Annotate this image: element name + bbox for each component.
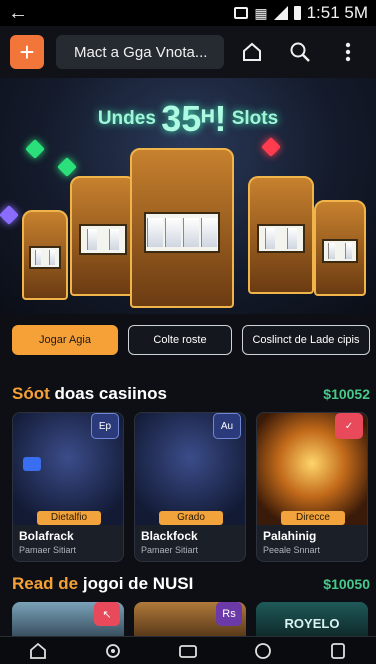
game-subtitle: Pamaer Sitiart xyxy=(19,545,77,555)
game-card[interactable]: Rs xyxy=(134,602,246,636)
nav-wallet-icon[interactable] xyxy=(173,638,203,664)
section-title: Read de jogoi de NUSI xyxy=(12,574,194,593)
hero-title-right: Slots xyxy=(231,108,279,130)
battery-icon xyxy=(293,6,301,20)
nav-profile-icon[interactable] xyxy=(323,638,353,664)
section-header: Sóot doas casiinos $10052 xyxy=(12,384,370,404)
slot-machine xyxy=(248,176,314,294)
slot-machine-main xyxy=(130,148,234,308)
nav-home-icon[interactable] xyxy=(23,638,53,664)
cell-signal-icon xyxy=(273,6,288,20)
slot-machine xyxy=(22,210,68,300)
game-name: Palahinig xyxy=(263,529,317,543)
checkmark-icon: ✓ xyxy=(335,413,363,439)
game-card[interactable]: ↖ xyxy=(12,602,124,636)
chat-icon xyxy=(23,457,41,471)
slot-machine xyxy=(314,200,366,296)
plus-icon: + xyxy=(19,37,35,67)
purple-gem-icon xyxy=(0,205,19,225)
play-now-button[interactable]: Jogar Agia xyxy=(12,325,118,355)
slot-machine xyxy=(70,176,136,296)
game-card[interactable]: Au Grado Blackfock Pamaer Sitiart xyxy=(134,412,246,562)
game-badge: Rs xyxy=(216,602,242,626)
game-tag: Dietalfio xyxy=(37,511,101,525)
signal-strength-icon: ▦ xyxy=(254,4,268,21)
game-badge: Ep xyxy=(91,413,119,439)
red-gem-icon xyxy=(261,137,281,157)
section-amount: $10052 xyxy=(323,386,370,402)
game-name: Bolafrack xyxy=(19,529,74,543)
home-icon[interactable] xyxy=(238,38,266,66)
secondary-action-button[interactable]: Colte roste xyxy=(128,325,232,355)
section-header: Read de jogoi de NUSI $10050 xyxy=(12,574,370,594)
hero-banner[interactable]: Undes 35ᵸ! Slots xyxy=(0,78,376,314)
section-title: Sóot doas casiinos xyxy=(12,384,167,403)
hero-title: Undes 35ᵸ! Slots xyxy=(0,98,376,140)
section-amount: $10050 xyxy=(323,576,370,592)
game-card[interactable]: ✓ Direcce Palahinig Peeale Snnart xyxy=(256,412,368,562)
nav-promotions-icon[interactable] xyxy=(248,638,278,664)
tertiary-action-button[interactable]: Coslinct de Lade cipis xyxy=(242,325,370,355)
hero-title-left: Undes xyxy=(97,108,156,130)
green-gem-icon xyxy=(57,157,77,177)
nav-games-icon[interactable] xyxy=(98,638,128,664)
game-tag: Grado xyxy=(159,511,223,525)
game-subtitle: Pamaer Sitiart xyxy=(141,545,199,555)
game-card[interactable]: ROYELO xyxy=(256,602,368,636)
game-subtitle: Peeale Snnart xyxy=(263,545,321,555)
game-name: Blackfock xyxy=(141,529,198,543)
game-card[interactable]: Ep Dietalfio Bolafrack Pamaer Sitiart xyxy=(12,412,124,562)
game-badge: Au xyxy=(213,413,241,439)
more-options-icon[interactable] xyxy=(334,38,362,66)
add-button[interactable]: + xyxy=(10,35,44,69)
image-icon xyxy=(234,7,249,19)
game-card-title: ROYELO xyxy=(284,616,340,631)
search-field[interactable]: Mact a Gga Vnota... xyxy=(56,35,224,69)
hero-title-big: 35ᵸ! xyxy=(161,98,227,139)
top-app-bar: + Mact a Gga Vnota... xyxy=(0,26,376,78)
search-icon[interactable] xyxy=(286,38,314,66)
status-time: 1:51 5M xyxy=(306,3,368,22)
game-tag: Direcce xyxy=(281,511,345,525)
back-arrow-icon[interactable]: ← xyxy=(8,2,32,25)
search-field-text: Mact a Gga Vnota... xyxy=(74,43,208,61)
status-bar: ← ▦ 1:51 5M xyxy=(0,0,376,26)
action-buttons: Jogar Agia Colte roste Coslinct de Lade … xyxy=(12,325,370,355)
bottom-navigation xyxy=(0,636,376,664)
game-badge: ↖ xyxy=(94,602,120,626)
green-gem-icon xyxy=(25,139,45,159)
